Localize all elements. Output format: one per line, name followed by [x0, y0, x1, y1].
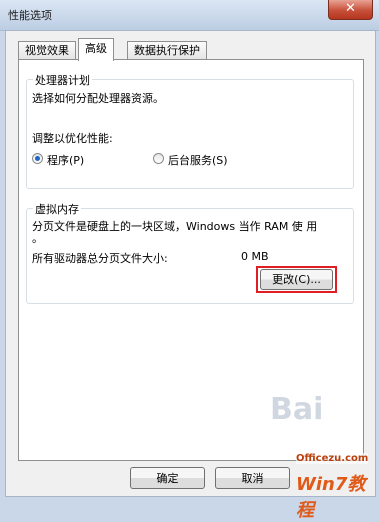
dialog-body: 视觉效果 高级 数据执行保护 处理器计划 选择如何分配处理器资源。 调整以优化性…: [5, 30, 376, 497]
close-button[interactable]: ✕: [328, 0, 373, 20]
programs-radio[interactable]: [32, 153, 43, 164]
background-services-radio[interactable]: [153, 153, 164, 164]
advanced-tab-panel: 处理器计划 选择如何分配处理器资源。 调整以优化性能: 程序(P) 后台服务(S…: [18, 59, 364, 461]
total-paging-size-value: 0 MB: [241, 250, 269, 263]
window-title: 性能选项: [8, 9, 52, 22]
cancel-button[interactable]: 取消: [215, 467, 290, 489]
change-button[interactable]: 更改(C)...: [260, 269, 333, 290]
processor-scheduling-group: 处理器计划 选择如何分配处理器资源。 调整以优化性能: 程序(P) 后台服务(S…: [26, 72, 354, 189]
virtual-memory-group: 虚拟内存 分页文件是硬盘上的一块区域，Windows 当作 RAM 使 用 。 …: [26, 201, 354, 304]
title-bar: 性能选项 ✕: [0, 0, 379, 31]
tab-visual-effects[interactable]: 视觉效果: [18, 41, 76, 60]
programs-radio-label[interactable]: 程序(P): [47, 152, 84, 168]
ok-button[interactable]: 确定: [130, 467, 205, 489]
virtual-memory-description-end: 。: [32, 232, 43, 245]
total-paging-size-label: 所有驱动器总分页文件大小:: [32, 252, 168, 265]
processor-scheduling-description: 选择如何分配处理器资源。: [32, 92, 164, 105]
tab-advanced[interactable]: 高级: [78, 38, 114, 61]
processor-scheduling-title: 处理器计划: [33, 72, 92, 88]
virtual-memory-description: 分页文件是硬盘上的一块区域，Windows 当作 RAM 使 用: [32, 220, 318, 233]
background-services-radio-label[interactable]: 后台服务(S): [168, 152, 228, 168]
optimize-label: 调整以优化性能:: [32, 132, 113, 145]
close-icon: ✕: [345, 1, 356, 16]
tab-dep[interactable]: 数据执行保护: [127, 41, 207, 60]
virtual-memory-title: 虚拟内存: [33, 201, 81, 217]
